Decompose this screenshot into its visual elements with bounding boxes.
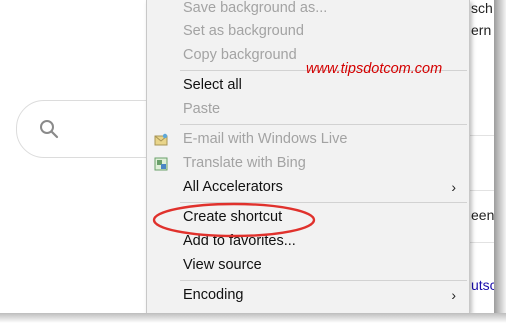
submenu-arrow-icon: › xyxy=(451,179,456,195)
page-link-fragment[interactable]: utsc xyxy=(471,277,497,293)
search-icon xyxy=(39,119,59,144)
menu-item-email-windows-live: E-mail with Windows Live xyxy=(147,128,467,150)
menu-item-label: Select all xyxy=(183,77,242,93)
menu-item-label: Translate with Bing xyxy=(183,155,306,171)
page-divider xyxy=(470,135,494,136)
context-menu: Save background as... Set as background … xyxy=(146,0,470,313)
watermark-text: www.tipsdotcom.com xyxy=(306,61,443,77)
menu-item-label: Paste xyxy=(183,101,221,117)
page-text-fragment: sch xyxy=(471,0,493,16)
menu-item-label: Set as background xyxy=(183,23,304,39)
menu-separator xyxy=(180,280,467,281)
menu-item-label: Save background as... xyxy=(183,0,328,16)
page-divider xyxy=(470,242,494,243)
menu-item-label: Copy background xyxy=(183,47,297,63)
page-divider xyxy=(470,190,494,191)
menu-item-view-source[interactable]: View source xyxy=(147,254,467,276)
email-icon xyxy=(154,132,168,146)
translate-icon xyxy=(154,156,168,171)
menu-item-label: All Accelerators xyxy=(183,179,283,195)
menu-item-select-all[interactable]: Select all xyxy=(147,74,467,96)
screenshot-frame-shadow xyxy=(494,0,506,323)
menu-item-label: E-mail with Windows Live xyxy=(183,131,348,147)
menu-item-set-as-background: Set as background xyxy=(147,20,467,42)
menu-item-translate-bing: Translate with Bing xyxy=(147,152,467,174)
menu-separator xyxy=(180,124,467,125)
menu-item-paste: Paste xyxy=(147,98,467,120)
menu-item-encoding[interactable]: Encoding › xyxy=(147,284,467,306)
menu-item-label: Encoding xyxy=(183,287,244,303)
menu-item-all-accelerators[interactable]: All Accelerators › xyxy=(147,176,467,198)
page-text-fragment: ern xyxy=(471,22,492,38)
submenu-arrow-icon: › xyxy=(451,287,456,303)
menu-item-save-background: Save background as... xyxy=(147,0,467,19)
screenshot-frame-shadow xyxy=(0,313,506,323)
highlight-ellipse xyxy=(152,202,316,238)
page-text-fragment: een xyxy=(471,207,495,223)
menu-item-label: View source xyxy=(183,257,262,273)
